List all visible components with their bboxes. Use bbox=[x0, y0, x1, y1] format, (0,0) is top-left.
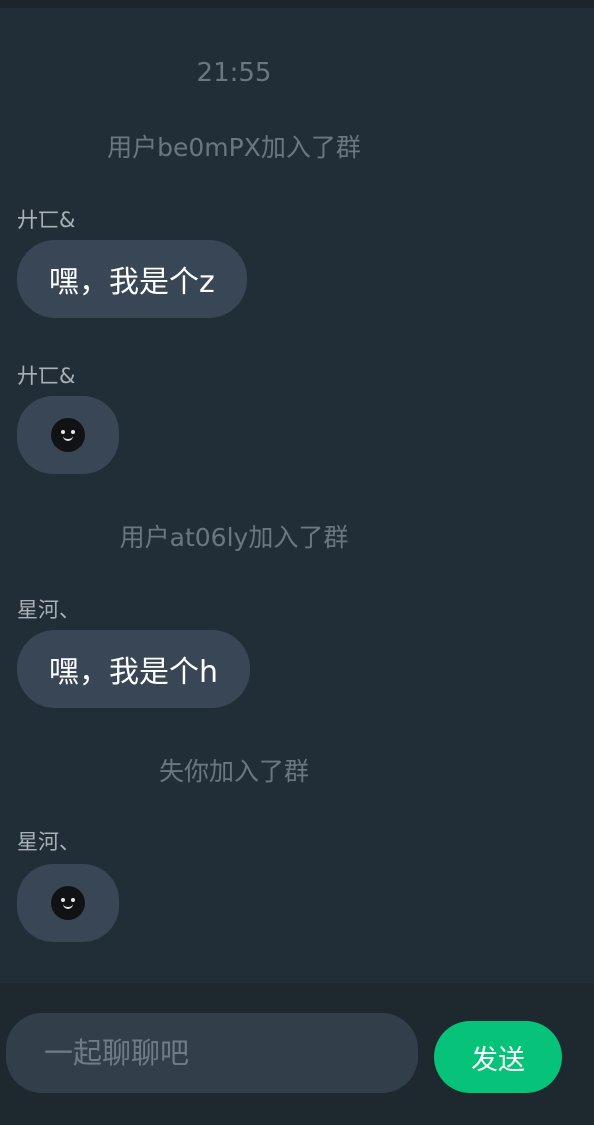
system-message-join: 失你加入了群 bbox=[158, 757, 309, 786]
message-input[interactable] bbox=[44, 1036, 384, 1070]
sticker-bubble[interactable] bbox=[17, 396, 119, 474]
message-text: 嘿，我是个z bbox=[49, 265, 215, 300]
message-sender-name: 廾匸& bbox=[17, 208, 76, 232]
message-bubble[interactable]: 嘿，我是个h bbox=[17, 630, 251, 708]
message-bubble[interactable]: 嘿，我是个z bbox=[17, 240, 247, 318]
message-input-box[interactable] bbox=[6, 1013, 418, 1093]
system-message-join: 用户at06ly加入了群 bbox=[119, 523, 349, 552]
message-sender-name: 廾匸& bbox=[17, 364, 76, 388]
system-message-join: 用户be0mPX加入了群 bbox=[107, 133, 361, 162]
message-sender-name: 星河、 bbox=[17, 598, 80, 622]
message-timestamp: 21:55 bbox=[196, 58, 272, 88]
smiley-face-icon bbox=[51, 886, 85, 920]
smiley-face-icon bbox=[51, 418, 85, 452]
message-composer: 发送 bbox=[0, 983, 594, 1125]
sticker-bubble[interactable] bbox=[17, 864, 119, 942]
message-list[interactable]: 21:55 用户be0mPX加入了群 廾匸& 嘿，我是个z 廾匸& 用户at06… bbox=[0, 8, 594, 983]
message-text: 嘿，我是个h bbox=[49, 655, 219, 690]
chat-screen: 21:55 用户be0mPX加入了群 廾匸& 嘿，我是个z 廾匸& 用户at06… bbox=[0, 0, 594, 1125]
send-button[interactable]: 发送 bbox=[434, 1021, 562, 1093]
status-bar-strip bbox=[0, 0, 594, 8]
message-sender-name: 星河、 bbox=[17, 830, 80, 854]
